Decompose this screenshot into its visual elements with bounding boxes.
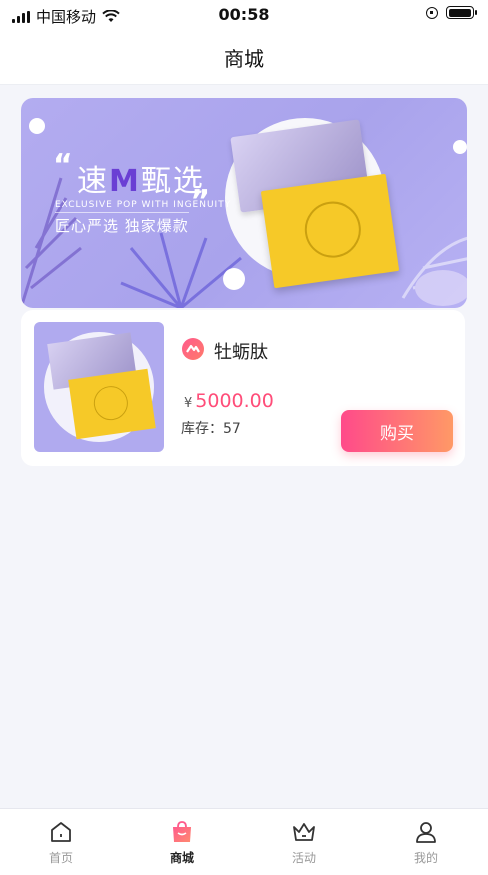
quote-open-icon: “ (53, 148, 73, 183)
tab-home[interactable]: 首页 (21, 819, 101, 866)
product-card[interactable]: 牡蛎肽 ¥5000.00 库存：57 购买 (21, 310, 465, 466)
product-name: 牡蛎肽 (214, 342, 268, 363)
tab-mall[interactable]: 商城 (142, 819, 222, 866)
product-stock: 库存：57 (181, 421, 241, 437)
price-value: 5000.00 (195, 390, 274, 412)
buy-button[interactable]: 购买 (341, 410, 453, 452)
decor-dot (453, 140, 467, 154)
promo-banner[interactable]: “ 速M甄选 „ EXCLUSIVE POP WITH INGENUITY 匠心… (21, 98, 467, 308)
banner-subtitle-en: EXCLUSIVE POP WITH INGENUITY (55, 200, 232, 210)
status-right (426, 6, 477, 19)
currency-symbol: ¥ (184, 396, 193, 411)
crown-icon (293, 823, 315, 841)
orientation-lock-icon (426, 6, 438, 19)
status-bar: 中国移动 00:58 (0, 0, 488, 30)
tab-bar: 首页 商城 活动 我的 (0, 808, 488, 875)
page-title: 商城 (224, 47, 264, 71)
product-image[interactable] (34, 322, 164, 452)
decor-dot (223, 268, 245, 290)
leaf-decoration-icon (401, 236, 467, 306)
battery-icon (446, 6, 477, 19)
home-icon (51, 822, 71, 842)
product-brand-icon (182, 338, 204, 360)
shopping-bag-icon (173, 821, 191, 842)
banner-title: 速M甄选 (77, 164, 205, 199)
nav-bar: 商城 (0, 30, 488, 85)
product-price: ¥5000.00 (184, 390, 274, 412)
banner-product-card (260, 173, 400, 289)
quote-close-icon: „ (191, 168, 211, 203)
tab-label: 商城 (169, 851, 194, 865)
status-time: 00:58 (218, 5, 270, 24)
tab-activity[interactable]: 活动 (264, 819, 344, 866)
decor-dot (29, 118, 45, 134)
tab-label: 首页 (48, 851, 73, 865)
banner-subtitle-cn: 匠心严选 独家爆款 (55, 212, 189, 236)
user-icon (416, 822, 436, 843)
tab-label: 活动 (291, 851, 316, 865)
tab-label: 我的 (413, 851, 438, 865)
tab-mine[interactable]: 我的 (386, 819, 466, 866)
